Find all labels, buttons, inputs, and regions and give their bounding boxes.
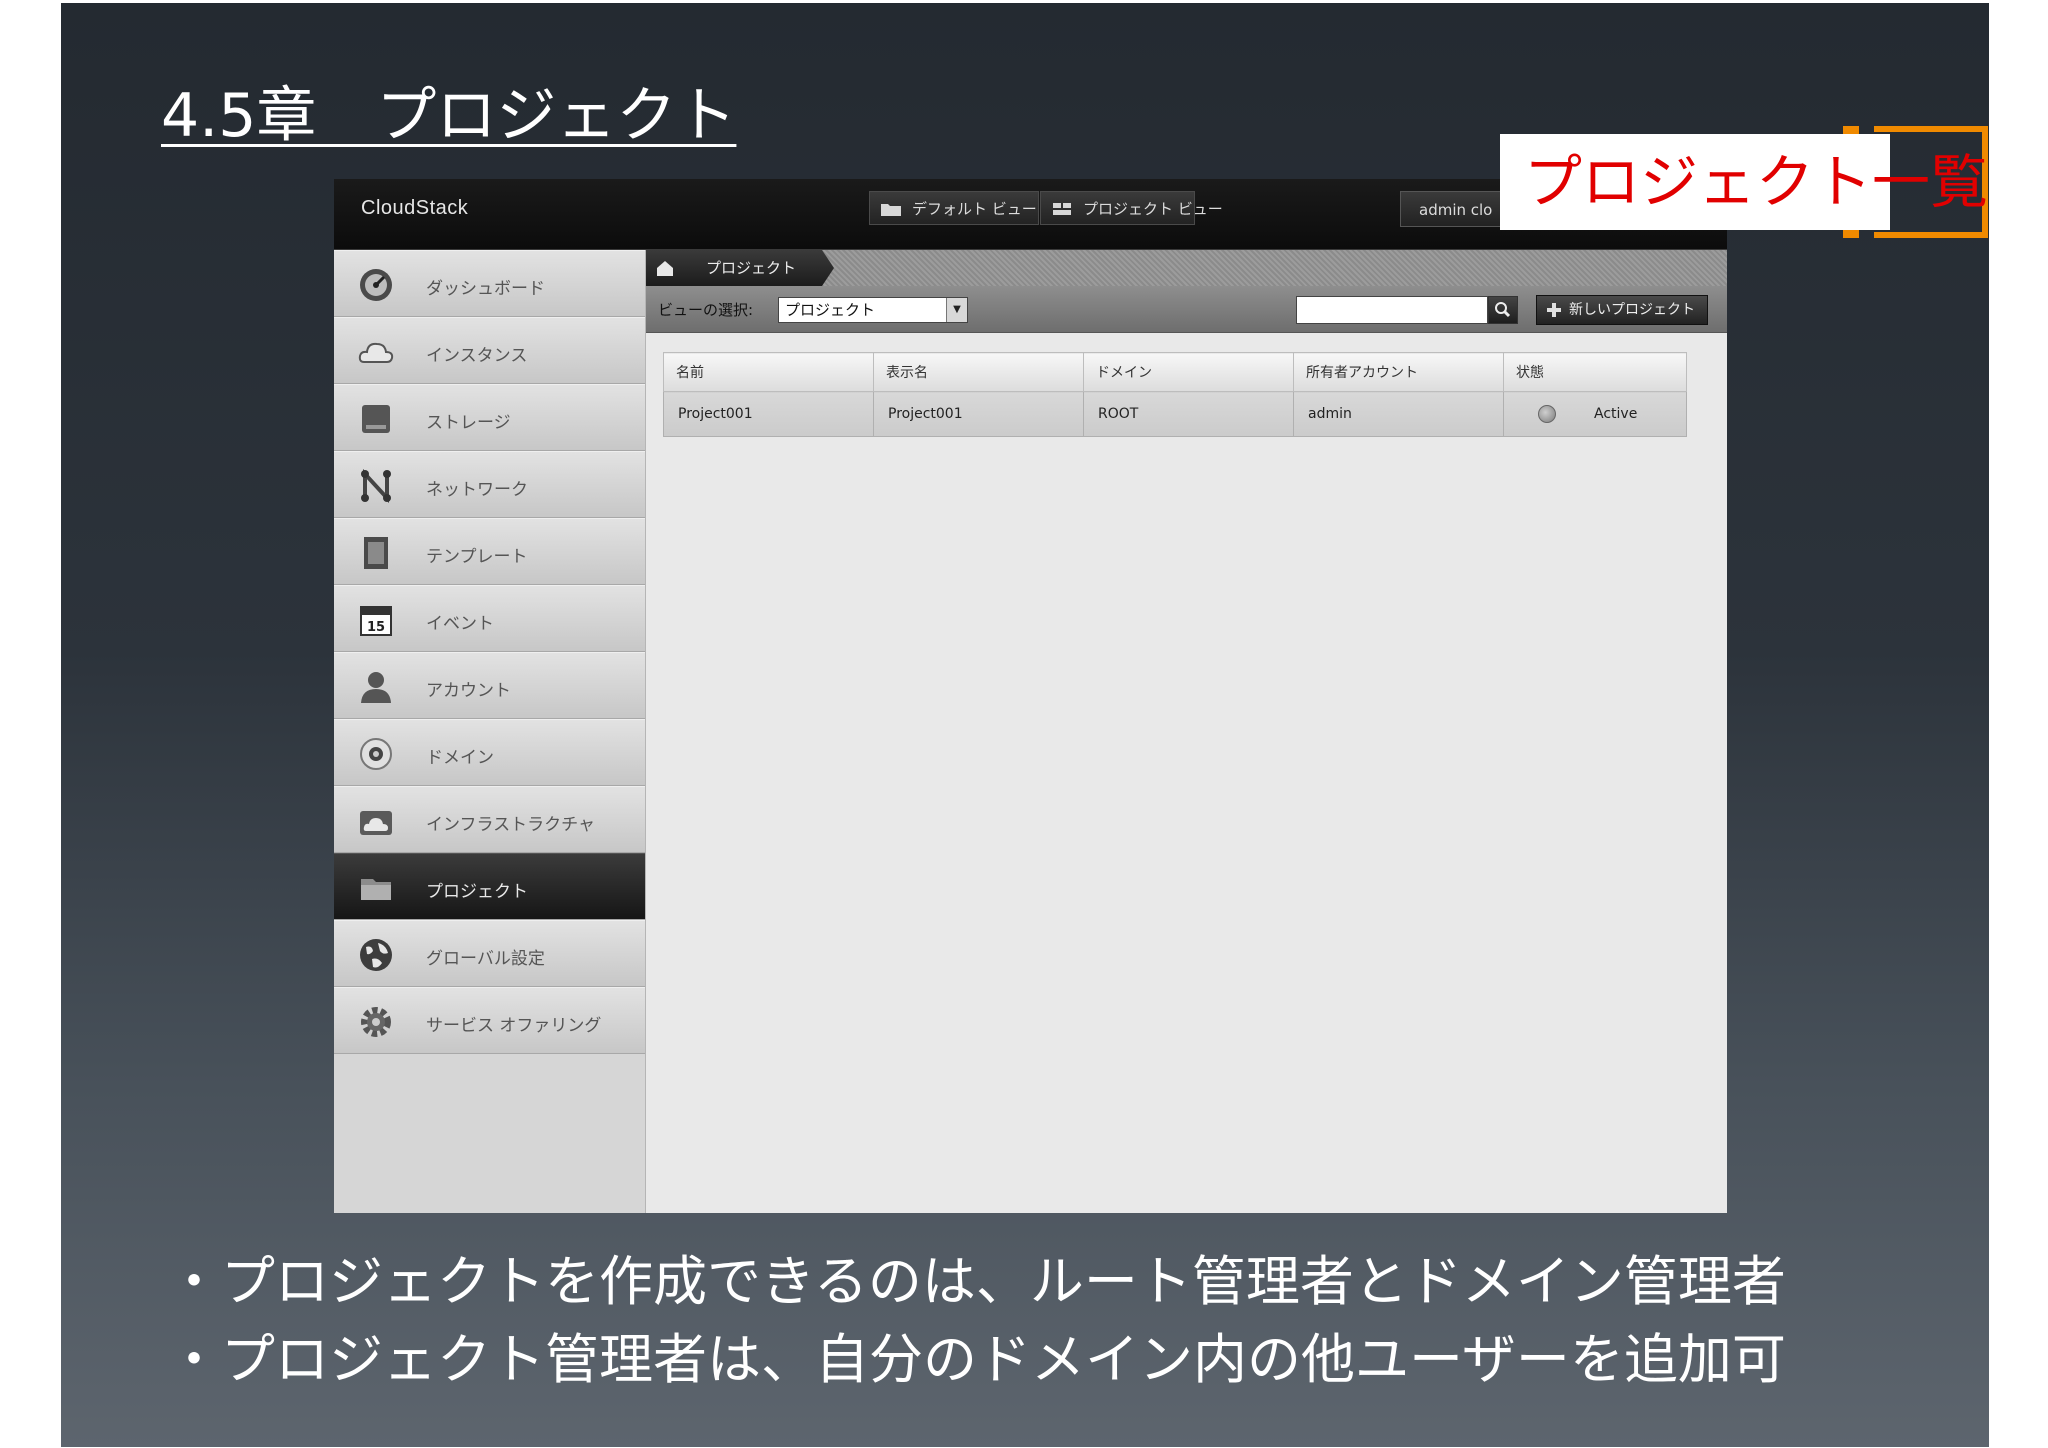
sidebar-item-templates[interactable]: テンプレート: [334, 518, 645, 585]
cell-display-name: Project001: [873, 391, 1084, 437]
plus-icon: [1547, 303, 1561, 317]
project-view-button[interactable]: プロジェクト ビュー: [1040, 191, 1223, 225]
sidebar-item-projects[interactable]: プロジェクト: [334, 853, 645, 920]
search-button[interactable]: [1488, 296, 1518, 324]
cell-name: Project001: [663, 391, 874, 437]
sidebar-item-label: ストレージ: [426, 413, 511, 433]
add-project-button[interactable]: 新しいプロジェクト: [1536, 295, 1708, 325]
network-icon: [361, 468, 391, 504]
toolbar: ビューの選択: プロジェクト ▼ 新しいプロジェクト: [646, 286, 1727, 333]
state-indicator-icon: [1538, 405, 1556, 423]
sidebar-item-service-offerings[interactable]: サービス オファリング: [334, 987, 645, 1054]
storage-icon: [362, 405, 390, 433]
dashboard-icon: [360, 269, 392, 301]
add-project-label: 新しいプロジェクト: [1569, 302, 1695, 318]
callout: プロジェクト一覧: [1500, 126, 1990, 240]
domain-icon: [360, 738, 392, 770]
sidebar: ダッシュボード インスタンス ストレージ ネットワーク テンプレート 15 イベ…: [334, 250, 646, 1213]
sidebar-item-label: アカウント: [426, 681, 511, 701]
gear-icon: [361, 1007, 391, 1037]
sidebar-item-label: サービス オファリング: [426, 1016, 602, 1036]
infrastructure-icon: [360, 811, 392, 835]
sidebar-item-domains[interactable]: ドメイン: [334, 719, 645, 786]
sidebar-item-label: インフラストラクチャ: [426, 815, 595, 835]
breadcrumb-projects[interactable]: プロジェクト: [684, 250, 834, 286]
sidebar-item-label: ネットワーク: [426, 480, 528, 500]
sidebar-item-label: イベント: [426, 614, 494, 634]
table-header-row: 名前 表示名 ドメイン 所有者アカウント 状態: [663, 352, 1687, 392]
bullet-item: ・プロジェクトを作成できるのは、ルート管理者とドメイン管理者: [167, 1250, 1786, 1313]
calendar-icon: 15: [360, 606, 392, 636]
main-panel: プロジェクト ビューの選択: プロジェクト ▼ 新しいプロジェクト 名前 表示名…: [646, 250, 1727, 1213]
breadcrumb-home[interactable]: [646, 250, 684, 286]
column-header-name[interactable]: 名前: [663, 352, 874, 392]
sidebar-item-label: インスタンス: [426, 346, 528, 366]
view-select-value: プロジェクト: [785, 301, 876, 319]
folder-icon: [361, 879, 391, 900]
column-header-display-name[interactable]: 表示名: [873, 352, 1084, 392]
default-view-label: デフォルト ビュー: [912, 200, 1037, 218]
sidebar-item-label: グローバル設定: [426, 949, 545, 969]
view-select-label: ビューの選択:: [658, 301, 754, 319]
project-view-label: プロジェクト ビュー: [1083, 200, 1223, 218]
search-icon: [1495, 302, 1511, 318]
cloudstack-screenshot: CloudStack 0 通知 デフォルト ビュー プロジェクト ビュー adm…: [334, 179, 1727, 1213]
template-icon: [364, 537, 388, 569]
view-select[interactable]: プロジェクト ▼: [778, 297, 968, 323]
home-icon: [657, 261, 673, 276]
cloud-icon: [358, 342, 394, 363]
sidebar-item-label: プロジェクト: [426, 882, 528, 902]
project-view-icon: [1053, 203, 1071, 215]
sidebar-item-accounts[interactable]: アカウント: [334, 652, 645, 719]
cell-state: Active: [1503, 391, 1687, 437]
projects-table: 名前 表示名 ドメイン 所有者アカウント 状態 Project001 Proje…: [663, 352, 1687, 437]
sidebar-item-infrastructure[interactable]: インフラストラクチャ: [334, 786, 645, 853]
cell-owner: admin: [1293, 391, 1504, 437]
brand-logo[interactable]: CloudStack: [361, 197, 468, 220]
column-header-domain[interactable]: ドメイン: [1083, 352, 1294, 392]
sidebar-item-global-settings[interactable]: グローバル設定: [334, 920, 645, 987]
table-row[interactable]: Project001 Project001 ROOT admin Active: [663, 391, 1687, 437]
sidebar-item-dashboard[interactable]: ダッシュボード: [334, 250, 645, 317]
sidebar-item-instances[interactable]: インスタンス: [334, 317, 645, 384]
chevron-down-icon: ▼: [946, 298, 967, 322]
sidebar-item-network[interactable]: ネットワーク: [334, 451, 645, 518]
globe-icon: [360, 939, 392, 971]
sidebar-item-label: ドメイン: [426, 748, 494, 768]
sidebar-item-storage[interactable]: ストレージ: [334, 384, 645, 451]
user-icon: [361, 672, 391, 703]
search-input[interactable]: [1296, 296, 1488, 324]
sidebar-item-label: ダッシュボード: [426, 279, 545, 299]
cell-domain: ROOT: [1083, 391, 1294, 437]
breadcrumb: プロジェクト: [646, 250, 1727, 286]
column-header-owner[interactable]: 所有者アカウント: [1293, 352, 1504, 392]
column-header-state[interactable]: 状態: [1503, 352, 1687, 392]
sidebar-item-events[interactable]: 15 イベント: [334, 585, 645, 652]
sidebar-item-label: テンプレート: [426, 547, 528, 567]
callout-label: プロジェクト一覧: [1500, 134, 1988, 230]
bullet-item: ・プロジェクト管理者は、自分のドメイン内の他ユーザーを追加可: [167, 1328, 1786, 1391]
slide-bullets: ・プロジェクトを作成できるのは、ルート管理者とドメイン管理者 ・プロジェクト管理…: [167, 1243, 1786, 1399]
default-view-button[interactable]: デフォルト ビュー: [869, 191, 1039, 225]
slide-title: 4.5章 プロジェクト: [161, 81, 737, 151]
calendar-day: 15: [367, 620, 385, 635]
state-label: Active: [1594, 406, 1638, 422]
folder-icon: [881, 204, 901, 216]
